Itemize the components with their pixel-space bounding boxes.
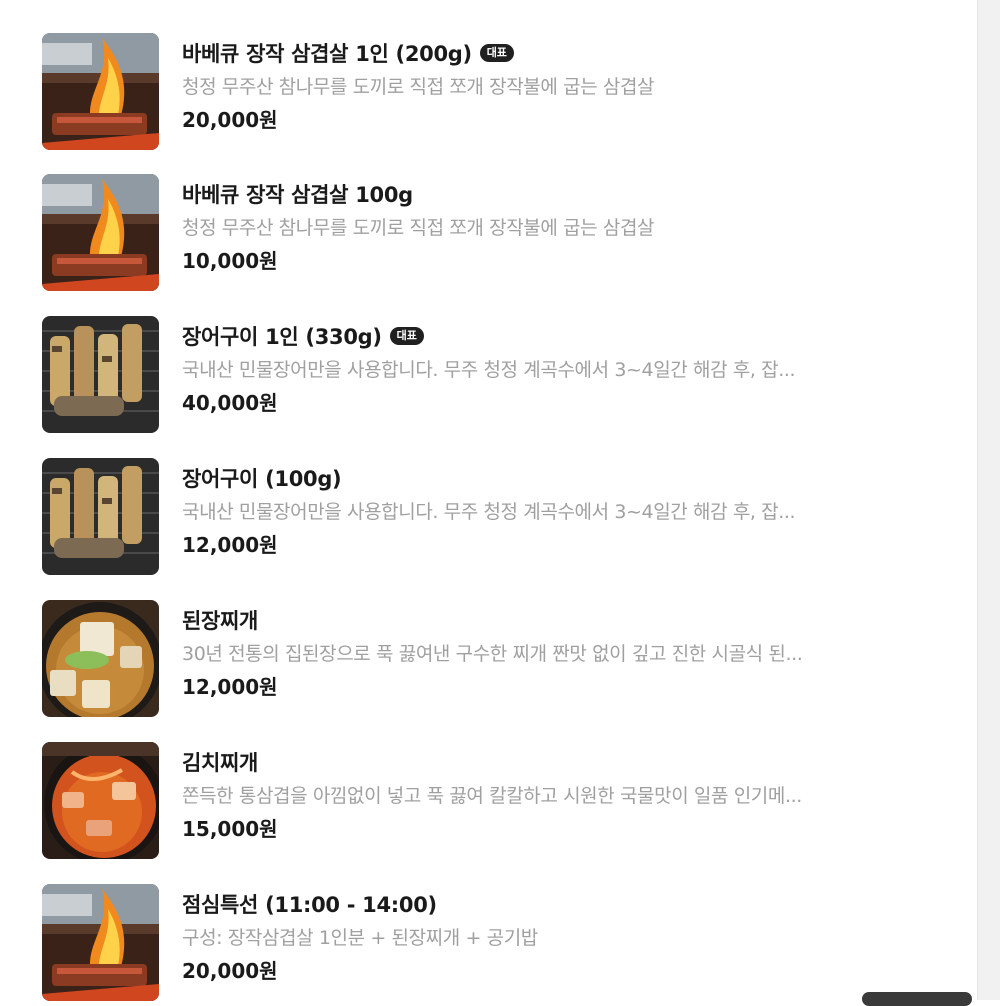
menu-item[interactable]: 김치찌개 쫀득한 통삼겹을 아낌없이 넣고 푹 끓여 칼칼하고 시원한 국물맛이… — [42, 742, 942, 860]
menu-item-name: 바베큐 장작 삼겹살 1인 (200g) — [182, 42, 472, 66]
menu-item-description: 국내산 민물장어만을 사용합니다. 무주 청정 계곡수에서 3~4일간 해감 후… — [182, 359, 796, 381]
menu-item-photo[interactable] — [42, 600, 159, 717]
menu-item[interactable]: 점심특선 (11:00 - 14:00) 구성: 장작삼겹살 1인분 + 된장찌… — [42, 884, 942, 1002]
grilled-pork-fire-photo — [42, 884, 159, 1001]
menu-item-name: 장어구이 (100g) — [182, 467, 342, 491]
grilled-eel-photo — [42, 316, 159, 433]
menu-item[interactable]: 바베큐 장작 삼겹살 100g 청정 무주산 참나무를 도끼로 직접 쪼개 장작… — [42, 174, 942, 292]
menu-item[interactable]: 된장찌개 30년 전통의 집된장으로 푹 끓여낸 구수한 찌개 짠맛 없이 깊고… — [42, 600, 942, 718]
menu-list: 바베큐 장작 삼겹살 1인 (200g) 대표 청정 무주산 참나무를 도끼로 … — [0, 0, 978, 1002]
menu-item-price: 10,000원 — [182, 249, 278, 273]
menu-item[interactable]: 장어구이 (100g) 국내산 민물장어만을 사용합니다. 무주 청정 계곡수에… — [42, 458, 942, 576]
menu-item-description: 국내산 민물장어만을 사용합니다. 무주 청정 계곡수에서 3~4일간 해감 후… — [182, 501, 796, 523]
signature-badge: 대표 — [389, 327, 424, 345]
menu-item-description: 30년 전통의 집된장으로 푹 끓여낸 구수한 찌개 짠맛 없이 깊고 진한 시… — [182, 643, 803, 665]
menu-item-price: 20,000원 — [182, 108, 278, 132]
grilled-pork-fire-photo — [42, 174, 159, 291]
menu-item-photo[interactable] — [42, 174, 159, 291]
signature-badge: 대표 — [479, 44, 514, 62]
menu-item-photo[interactable] — [42, 884, 159, 1001]
menu-item-price: 12,000원 — [182, 675, 278, 699]
menu-item-price: 20,000원 — [182, 959, 278, 983]
menu-item-description: 청정 무주산 참나무를 도끼로 직접 쪼개 장작불에 굽는 삼겹살 — [182, 76, 655, 98]
menu-item-photo[interactable] — [42, 458, 159, 575]
menu-item-photo[interactable] — [42, 33, 159, 150]
menu-item-name: 점심특선 (11:00 - 14:00) — [182, 893, 437, 917]
floating-button-edge[interactable] — [862, 992, 972, 1006]
menu-item[interactable]: 장어구이 1인 (330g) 대표 국내산 민물장어만을 사용합니다. 무주 청… — [42, 316, 942, 434]
grilled-pork-fire-photo — [42, 33, 159, 150]
kimchi-stew-photo — [42, 742, 159, 859]
menu-item-name: 김치찌개 — [182, 751, 259, 775]
scrollbar-track[interactable] — [977, 0, 1000, 1000]
menu-item-photo[interactable] — [42, 742, 159, 859]
menu-item-description: 쫀득한 통삼겹을 아낌없이 넣고 푹 끓여 칼칼하고 시원한 국물맛이 일품 인… — [182, 785, 802, 807]
menu-item-price: 12,000원 — [182, 533, 278, 557]
menu-item-price: 40,000원 — [182, 391, 278, 415]
menu-item-name: 된장찌개 — [182, 609, 259, 633]
menu-item-name: 장어구이 1인 (330g) — [182, 325, 382, 349]
menu-item-description: 청정 무주산 참나무를 도끼로 직접 쪼개 장작불에 굽는 삼겹살 — [182, 217, 655, 239]
menu-item-name: 바베큐 장작 삼겹살 100g — [182, 183, 413, 207]
menu-item-description: 구성: 장작삼겹살 1인분 + 된장찌개 + 공기밥 — [182, 927, 538, 949]
menu-item-photo[interactable] — [42, 316, 159, 433]
menu-item-price: 15,000원 — [182, 817, 278, 841]
soybean-stew-photo — [42, 600, 159, 717]
grilled-eel-photo — [42, 458, 159, 575]
menu-item[interactable]: 바베큐 장작 삼겹살 1인 (200g) 대표 청정 무주산 참나무를 도끼로 … — [42, 33, 942, 151]
